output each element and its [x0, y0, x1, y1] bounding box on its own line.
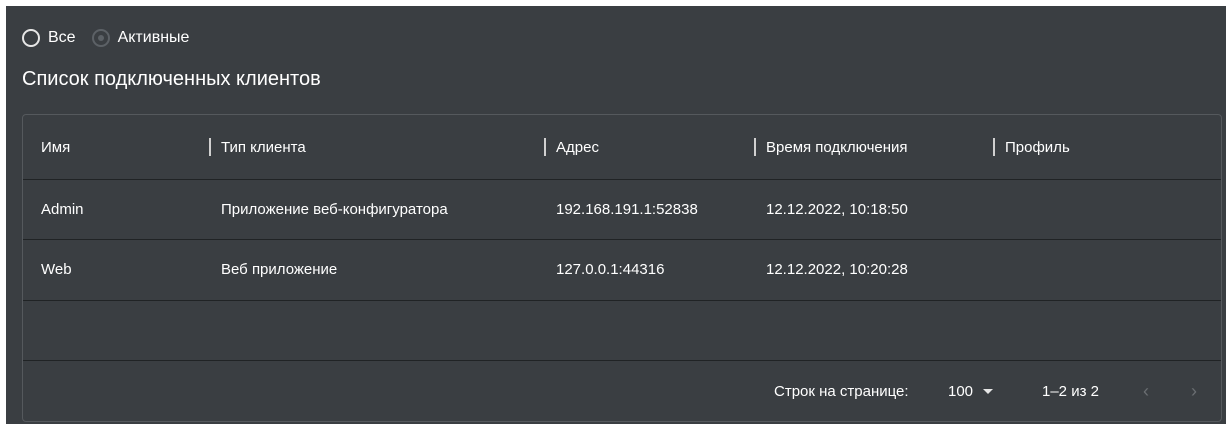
- column-header-connection-time-label: Время подключения: [766, 138, 908, 156]
- column-separator[interactable]: [544, 138, 546, 156]
- table-header-row: Имя Тип клиента Адрес Время подключения …: [23, 115, 1221, 180]
- rows-per-page-select[interactable]: 100: [948, 360, 994, 421]
- radio-active[interactable]: [91, 29, 110, 47]
- cell-address: 192.168.191.1:52838: [556, 200, 698, 218]
- cell-name: Admin: [41, 200, 84, 218]
- cell-client-type: Веб приложение: [221, 261, 338, 278]
- rows-per-page-label: Строк на странице:: [774, 382, 909, 400]
- column-header-client-type-label: Тип клиента: [221, 138, 306, 156]
- column-header-profile[interactable]: Профиль: [993, 115, 1070, 179]
- column-header-address[interactable]: Адрес: [544, 115, 599, 179]
- page-title: Список подключенных клиентов: [22, 68, 321, 90]
- clients-table: Имя Тип клиента Адрес Время подключения …: [22, 114, 1222, 422]
- radio-all-label[interactable]: Все: [48, 29, 76, 47]
- filter-radio-group: Все Активные: [22, 28, 205, 48]
- previous-page-button[interactable]: ‹: [1143, 360, 1149, 421]
- cell-address: 127.0.0.1:44316: [556, 261, 665, 278]
- column-header-name-label: Имя: [41, 138, 71, 156]
- cell-name: Web: [41, 261, 72, 278]
- cell-connection-time: 12.12.2022, 10:18:50: [766, 200, 908, 218]
- column-separator[interactable]: [993, 138, 995, 156]
- column-header-client-type[interactable]: Тип клиента: [209, 115, 306, 179]
- column-header-address-label: Адрес: [556, 138, 599, 156]
- table-pagination: Строк на странице: 100 1–2 из 2 ‹ ›: [23, 360, 1221, 421]
- cell-profile: [993, 239, 1005, 300]
- table-row[interactable]: Admin Приложение веб-конфигуратора 192.1…: [23, 179, 1221, 240]
- cell-connection-time: 12.12.2022, 10:20:28: [766, 261, 908, 278]
- cell-profile: [993, 179, 1005, 239]
- empty-row-filler: [23, 300, 1221, 361]
- clients-panel: Все Активные Список подключенных клиенто…: [6, 6, 1226, 424]
- next-page-button[interactable]: ›: [1191, 360, 1197, 421]
- table-row[interactable]: Web Веб приложение 127.0.0.1:44316 12.12…: [23, 239, 1221, 301]
- chevron-left-icon: ‹: [1143, 380, 1149, 401]
- column-header-profile-label: Профиль: [1005, 138, 1070, 156]
- chevron-right-icon: ›: [1191, 380, 1197, 401]
- radio-all[interactable]: [22, 29, 40, 47]
- radio-active-label[interactable]: Активные: [118, 29, 190, 47]
- column-header-connection-time[interactable]: Время подключения: [754, 115, 908, 179]
- cell-client-type: Приложение веб-конфигуратора: [221, 200, 448, 218]
- rows-per-page-value: 100: [948, 382, 974, 400]
- column-header-name[interactable]: Имя: [41, 115, 70, 179]
- pagination-range: 1–2 из 2: [1042, 382, 1099, 400]
- column-separator[interactable]: [754, 138, 756, 156]
- chevron-down-icon: [983, 388, 994, 394]
- column-separator[interactable]: [209, 138, 211, 156]
